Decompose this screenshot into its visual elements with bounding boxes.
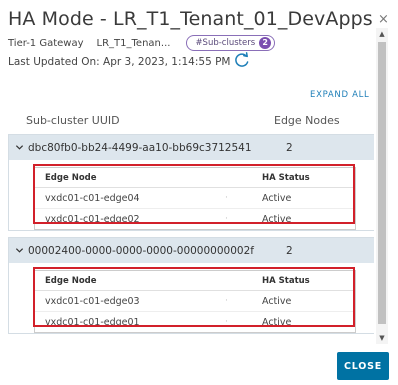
- column-header-ha-status: HA Status: [262, 275, 310, 286]
- gateway-row: Tier-1 Gateway LR_T1_Tenan... #Sub-clust…: [8, 35, 276, 51]
- edge-node-table: Edge Node HA Status vxdc01-c01-edge03 · …: [34, 270, 356, 333]
- subcluster-group: 00002400-0000-0000-0000-00000000002f 2 E…: [8, 237, 374, 334]
- edge-node-count: 2: [286, 141, 293, 154]
- ha-status: Active: [262, 213, 292, 225]
- edge-node-name: vxdc01-c01-edge04: [45, 192, 140, 204]
- gateway-name[interactable]: LR_T1_Tenan...: [97, 38, 171, 49]
- column-header-edge-node: Edge Node: [45, 172, 97, 183]
- column-header-edge-node: Edge Node: [45, 275, 97, 286]
- edge-node-count: 2: [286, 244, 293, 257]
- column-header-subcluster: Sub-cluster UUID: [26, 114, 120, 127]
- table-row: vxdc01-c01-edge03 · Active: [35, 291, 355, 312]
- scroll-down-icon[interactable]: ▼: [378, 334, 386, 342]
- table-row: vxdc01-c01-edge04 · Active: [35, 188, 355, 209]
- subclusters-badge: #Sub-clusters 2: [186, 35, 276, 51]
- refresh-icon[interactable]: [233, 51, 251, 69]
- ha-status: Active: [262, 316, 292, 328]
- column-header-edge-nodes: Edge Nodes: [274, 114, 340, 127]
- edge-node-name: vxdc01-c01-edge01: [45, 316, 140, 328]
- dialog-title: HA Mode - LR_T1_Tenant_01_DevApps: [8, 8, 373, 30]
- subclusters-label: #Sub-clusters: [195, 38, 256, 48]
- subcluster-uuid: dbc80fb0-bb24-4499-aa10-bb69c3712541: [28, 141, 252, 154]
- expand-all-link[interactable]: EXPAND ALL: [310, 90, 369, 100]
- subcluster-header[interactable]: 00002400-0000-0000-0000-00000000002f 2: [9, 238, 374, 263]
- column-header-ha-status: HA Status: [262, 172, 310, 183]
- edge-table-header: Edge Node HA Status: [35, 168, 355, 188]
- ha-status: Active: [262, 192, 292, 204]
- ha-status: Active: [262, 295, 292, 307]
- subcluster-group: dbc80fb0-bb24-4499-aa10-bb69c3712541 2 E…: [8, 134, 374, 231]
- edge-node-name: vxdc01-c01-edge03: [45, 295, 140, 307]
- edge-node-name: vxdc01-c01-edge02: [45, 213, 140, 225]
- chevron-down-icon[interactable]: [15, 143, 24, 152]
- chevron-down-icon[interactable]: [15, 246, 24, 255]
- scrollbar[interactable]: ▲ ▼: [376, 28, 388, 344]
- edge-node-table: Edge Node HA Status vxdc01-c01-edge04 · …: [34, 167, 356, 230]
- scrollbar-thumb[interactable]: [378, 42, 386, 324]
- subcluster-uuid: 00002400-0000-0000-0000-00000000002f: [28, 244, 254, 257]
- scroll-up-icon[interactable]: ▲: [378, 30, 386, 38]
- subclusters-count: 2: [259, 37, 272, 49]
- close-button[interactable]: CLOSE: [337, 352, 389, 380]
- table-row: vxdc01-c01-edge01 · Active: [35, 312, 355, 332]
- table-row: vxdc01-c01-edge02 · Active: [35, 209, 355, 229]
- subcluster-header[interactable]: dbc80fb0-bb24-4499-aa10-bb69c3712541 2: [9, 135, 374, 160]
- edge-table-header: Edge Node HA Status: [35, 271, 355, 291]
- close-icon[interactable]: ×: [378, 12, 389, 27]
- subcluster-list: EXPAND ALL Sub-cluster UUID Edge Nodes d…: [8, 84, 374, 340]
- gateway-label: Tier-1 Gateway: [8, 37, 84, 49]
- last-updated: Last Updated On: Apr 3, 2023, 1:14:55 PM: [8, 56, 231, 68]
